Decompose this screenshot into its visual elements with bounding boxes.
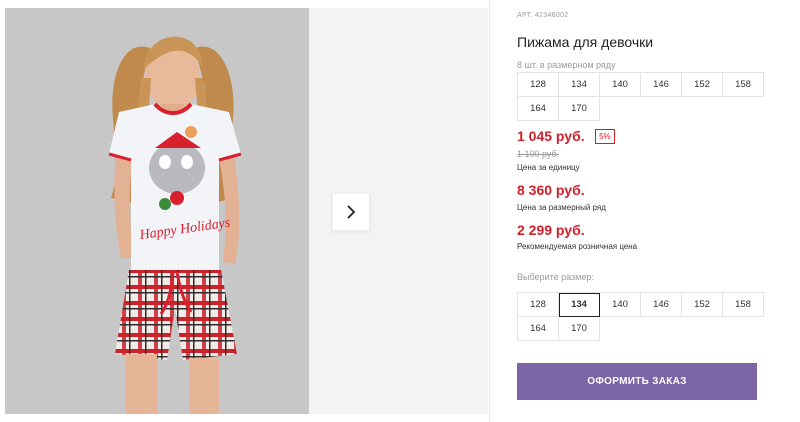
size-row-grid: 128 134 140 146 152 158 164 170 <box>517 72 764 121</box>
size-row-cell: 152 <box>682 73 723 97</box>
unit-price: 1 045 руб. <box>517 128 585 144</box>
size-option-134-selected[interactable]: 134 <box>559 293 600 317</box>
size-option-152[interactable]: 152 <box>682 293 723 317</box>
size-option-146[interactable]: 146 <box>641 293 682 317</box>
product-gallery: Happy Holidays <box>0 0 488 422</box>
size-selector: 128 134 140 146 152 158 164 170 <box>517 292 764 341</box>
size-option-128[interactable]: 128 <box>518 293 559 317</box>
sizes-in-row-note: 8 шт. в размерном ряду <box>517 60 616 70</box>
place-order-button[interactable]: ОФОРМИТЬ ЗАКАЗ <box>517 363 757 400</box>
product-sku: АРТ. 42346002 <box>517 12 569 19</box>
retail-price: 2 299 руб. <box>517 222 585 238</box>
discount-badge: 5% <box>595 129 615 145</box>
unit-price-caption: Цена за единицу <box>517 163 580 172</box>
product-photo[interactable]: Happy Holidays <box>5 8 309 414</box>
chevron-right-icon <box>347 205 356 219</box>
size-row-cell: 146 <box>641 73 682 97</box>
size-row-cell: 140 <box>600 73 641 97</box>
old-price: 1 100 руб. <box>517 149 560 159</box>
size-row-cell: 164 <box>518 97 559 121</box>
size-row-cell: 158 <box>723 73 764 97</box>
select-size-label: Выберите размер: <box>517 272 594 282</box>
next-photo-button[interactable] <box>332 193 370 231</box>
retail-price-caption: Рекомендуемая розничная цена <box>517 242 638 251</box>
girl-in-pajama-illustration: Happy Holidays <box>5 8 309 414</box>
size-row-price: 8 360 руб. <box>517 182 585 198</box>
column-divider <box>489 0 490 422</box>
size-option-170[interactable]: 170 <box>559 317 600 341</box>
size-option-158[interactable]: 158 <box>723 293 764 317</box>
size-row-cell: 170 <box>559 97 600 121</box>
product-title: Пижама для девочки <box>517 34 654 50</box>
size-option-164[interactable]: 164 <box>518 317 559 341</box>
size-row-price-caption: Цена за размерный ряд <box>517 203 606 212</box>
price-row: 1 045 руб. 5% <box>517 128 615 146</box>
size-option-140[interactable]: 140 <box>600 293 641 317</box>
size-row-cell: 134 <box>559 73 600 97</box>
size-row-cell: 128 <box>518 73 559 97</box>
